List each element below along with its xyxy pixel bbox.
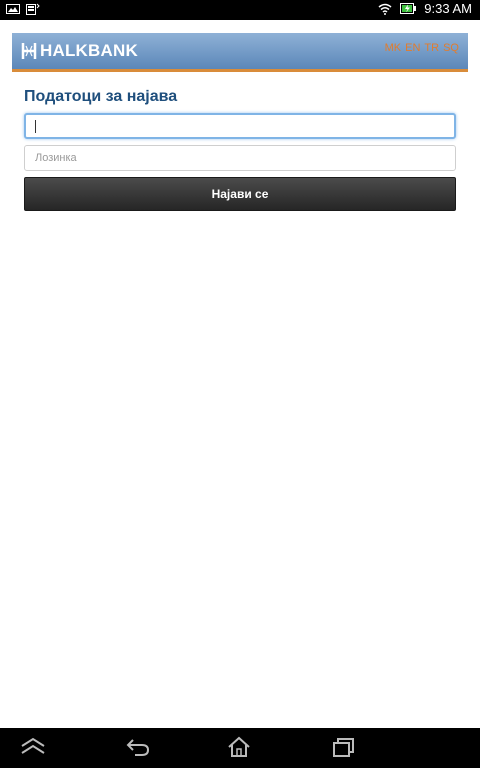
language-switcher: MK EN TR SQ bbox=[385, 42, 459, 54]
status-bar: 9:33 AM bbox=[0, 0, 480, 20]
app-header: HALKBANK MK EN TR SQ bbox=[12, 33, 468, 72]
login-button[interactable]: Најави се bbox=[24, 177, 456, 211]
back-icon[interactable] bbox=[125, 736, 151, 758]
username-field[interactable] bbox=[24, 113, 456, 139]
navigation-bar bbox=[0, 728, 480, 768]
text-cursor bbox=[35, 120, 36, 133]
password-placeholder: Лозинка bbox=[35, 152, 77, 164]
recent-apps-icon[interactable] bbox=[330, 736, 356, 758]
halkbank-logo: HALKBANK bbox=[21, 41, 138, 61]
home-icon[interactable] bbox=[226, 736, 252, 758]
lang-sq-link[interactable]: SQ bbox=[443, 42, 459, 54]
brand-name: HALKBANK bbox=[40, 41, 138, 60]
collapse-up-icon[interactable] bbox=[20, 736, 46, 758]
wifi-icon bbox=[378, 3, 392, 15]
gallery-icon bbox=[6, 4, 20, 14]
login-title: Податоци за најава bbox=[24, 88, 178, 105]
lang-en-link[interactable]: EN bbox=[405, 42, 420, 54]
halkbank-logo-icon bbox=[21, 43, 37, 59]
password-field[interactable]: Лозинка bbox=[24, 145, 456, 171]
lang-mk-link[interactable]: MK bbox=[385, 42, 402, 54]
status-time: 9:33 AM bbox=[424, 1, 472, 16]
phone-storage-icon bbox=[26, 3, 40, 15]
battery-charging-icon bbox=[400, 3, 417, 14]
lang-tr-link[interactable]: TR bbox=[424, 42, 439, 54]
